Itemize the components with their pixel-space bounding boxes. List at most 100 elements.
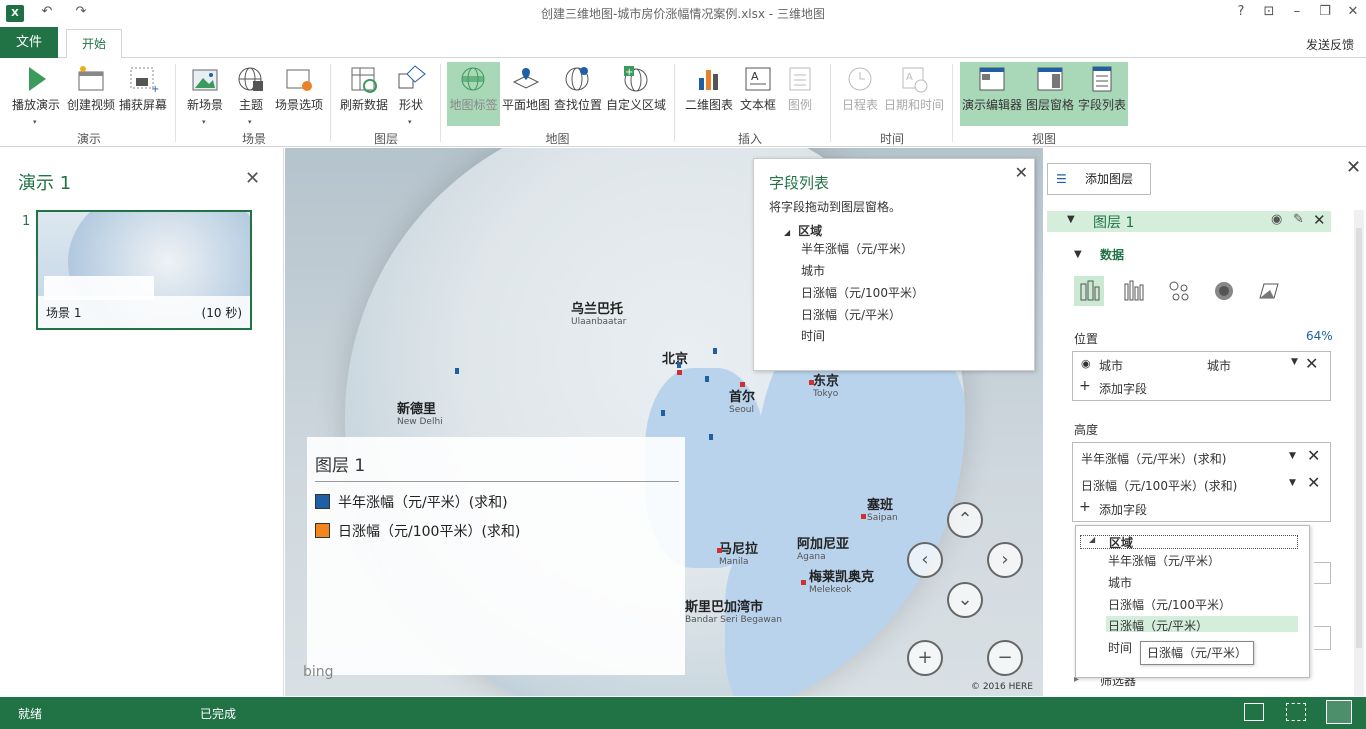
send-feedback-button[interactable]: 发送反馈 <box>1306 36 1354 53</box>
layer-pane-icon <box>1037 67 1063 91</box>
tilt-down-button[interactable]: ⌄ <box>947 582 983 618</box>
layer-pane-button[interactable]: 图层窗格 <box>1024 62 1076 126</box>
location-field-well[interactable]: ◉ 城市 城市 ▼ ✕ + 添加字段 <box>1072 351 1331 401</box>
fit-view-icon[interactable] <box>1286 703 1306 721</box>
legend-button[interactable]: 图例 <box>782 62 818 126</box>
eye-icon[interactable]: ◉ <box>1271 212 1282 227</box>
status-done: 已完成 <box>200 707 237 721</box>
add-field-link[interactable]: 添加字段 <box>1099 380 1147 397</box>
text-box-button[interactable]: A 文本框 <box>738 62 778 126</box>
field-well-edge <box>1314 626 1331 650</box>
dropdown-item[interactable]: 日涨幅（元/100平米） <box>1108 596 1231 613</box>
plus-icon: + <box>1079 499 1091 515</box>
bubble-icon[interactable] <box>1164 276 1194 306</box>
map-labels-button[interactable]: 地图标签 <box>447 62 500 126</box>
zoom-in-button[interactable]: + <box>907 640 943 676</box>
date-time-button[interactable]: A 日期和时间 <box>882 62 946 126</box>
close-field-list-icon[interactable]: ✕ <box>1015 163 1028 182</box>
group-label-time: 时间 <box>879 132 904 146</box>
shapes-button[interactable]: 形状 ▾ <box>394 62 428 126</box>
fullscreen-view-icon[interactable] <box>1326 700 1352 724</box>
dropdown-item-selected[interactable]: 日涨幅（元/平米） <box>1106 616 1298 633</box>
legend-item: 半年涨幅（元/平米）(求和) <box>315 492 508 512</box>
location-type-select[interactable]: 城市 <box>1207 357 1231 374</box>
pencil-icon[interactable]: ✎ <box>1293 212 1304 227</box>
delete-layer-icon[interactable]: ✕ <box>1313 211 1326 229</box>
field-item[interactable]: 时间 <box>801 327 825 344</box>
layer-header[interactable]: ▼ 图层 1 ◉ ✎ ✕ <box>1047 211 1331 232</box>
theme-button[interactable]: 主题 ▾ <box>232 62 270 126</box>
camera-icon: + <box>130 67 159 94</box>
field-item[interactable]: 日涨幅（元/100平米） <box>801 284 924 301</box>
radio-icon[interactable]: ◉ <box>1081 357 1091 370</box>
map-legend[interactable]: 图层 1 半年涨幅（元/平米）(求和) 日涨幅（元/100平米）(求和) <box>307 437 685 675</box>
chevron-down-icon[interactable]: ▼ <box>1289 478 1296 488</box>
text-box-icon: A <box>745 67 771 91</box>
play-tour-button[interactable]: 播放演示 ▾ <box>8 62 64 126</box>
map-labels-icon <box>461 67 484 91</box>
help-button[interactable]: ? <box>1230 4 1252 22</box>
scene-thumbnail[interactable]: 场景 1 (10 秒) <box>36 210 252 330</box>
collapse-triangle-icon[interactable]: ▼ <box>1067 214 1075 225</box>
tour-editor-button[interactable]: 演示编辑器 <box>960 62 1024 126</box>
close-tour-pane-icon[interactable]: ✕ <box>245 168 260 189</box>
minimize-button[interactable]: – <box>1286 4 1308 22</box>
2d-chart-button[interactable]: 二维图表 <box>682 62 736 126</box>
dropdown-item[interactable]: 城市 <box>1108 574 1132 591</box>
location-label: 位置 <box>1074 332 1099 346</box>
stacked-column-icon[interactable] <box>1074 276 1104 306</box>
location-percent[interactable]: 64% <box>1306 329 1333 343</box>
group-label-tour: 演示 <box>76 132 101 146</box>
height-field-well[interactable]: 半年涨幅（元/平米）(求和) ▼ ✕ 日涨幅（元/100平米）(求和) ▼ ✕ … <box>1072 442 1331 522</box>
add-field-link[interactable]: 添加字段 <box>1099 501 1147 518</box>
flat-map-button[interactable]: 平面地图 <box>500 62 552 126</box>
city-label: 新德里 New Delhi <box>397 402 443 427</box>
maximize-button[interactable]: ❐ <box>1314 4 1336 22</box>
field-item[interactable]: 日涨幅（元/平米） <box>801 306 901 323</box>
field-list-icon <box>1092 66 1112 92</box>
region-icon[interactable] <box>1254 276 1284 306</box>
timeline-button[interactable]: 日程表 <box>838 62 882 126</box>
tab-file[interactable]: 文件 <box>0 27 58 58</box>
new-scene-button[interactable]: 新场景 ▾ <box>182 62 228 126</box>
refresh-data-button[interactable]: 刷新数据 <box>338 62 390 126</box>
field-list-panel[interactable]: 字段列表 ✕ 将字段拖动到图层窗格。 ◢ 区域 半年涨幅（元/平米） 城市 日涨幅… <box>753 158 1035 371</box>
field-group[interactable]: ◢ 区域 <box>784 222 822 239</box>
plus-icon: + <box>1079 378 1091 394</box>
clustered-column-icon[interactable] <box>1119 276 1149 306</box>
tilt-up-button[interactable]: ⌃ <box>947 502 983 538</box>
scene-caption: 场景 1 (10 秒) <box>38 296 250 328</box>
field-item[interactable]: 半年涨幅（元/平米） <box>801 240 913 257</box>
capture-screen-button[interactable]: + 捕获屏幕 <box>116 62 170 126</box>
field-item[interactable]: 城市 <box>801 262 825 279</box>
dropdown-item[interactable]: 半年涨幅（元/平米） <box>1108 552 1220 569</box>
heat-map-icon[interactable] <box>1209 276 1239 306</box>
scene-index: 1 <box>22 214 31 229</box>
remove-field-icon[interactable]: ✕ <box>1307 473 1320 492</box>
chevron-down-icon[interactable]: ▼ <box>1291 357 1298 367</box>
find-location-button[interactable]: 查找位置 <box>552 62 604 126</box>
zoom-out-button[interactable]: − <box>987 640 1023 676</box>
remove-field-icon[interactable]: ✕ <box>1305 354 1318 373</box>
scene-options-button[interactable]: 场景选项 <box>272 62 326 126</box>
dropdown-group-row[interactable]: ◢ 区域 <box>1080 535 1298 550</box>
globe-theme-icon <box>238 67 263 91</box>
ribbon-display-options-icon[interactable]: ⊡ <box>1258 4 1280 22</box>
collapse-triangle-icon[interactable]: ▼ <box>1074 249 1082 260</box>
close-layer-pane-icon[interactable]: ✕ <box>1346 157 1361 178</box>
dropdown-item[interactable]: 时间 <box>1108 639 1132 656</box>
chevron-down-icon[interactable]: ▼ <box>1289 451 1296 461</box>
add-layer-button[interactable]: ☰ 添加图层 <box>1047 163 1151 195</box>
rotate-left-button[interactable]: ‹ <box>907 542 943 578</box>
refresh-data-icon <box>351 67 377 93</box>
close-window-button[interactable]: ✕ <box>1342 4 1364 22</box>
tab-home[interactable]: 开始 <box>66 29 122 59</box>
custom-regions-button[interactable]: + 自定义区域 <box>604 62 668 126</box>
remove-field-icon[interactable]: ✕ <box>1307 446 1320 465</box>
screenshot-view-icon[interactable] <box>1244 703 1264 721</box>
city-marker <box>861 514 866 519</box>
field-list-button[interactable]: 字段列表 <box>1076 62 1128 126</box>
rotate-right-button[interactable]: › <box>987 542 1023 578</box>
create-video-button[interactable]: 创建视频 <box>64 62 118 126</box>
scrollbar-thumb[interactable] <box>1356 228 1362 648</box>
